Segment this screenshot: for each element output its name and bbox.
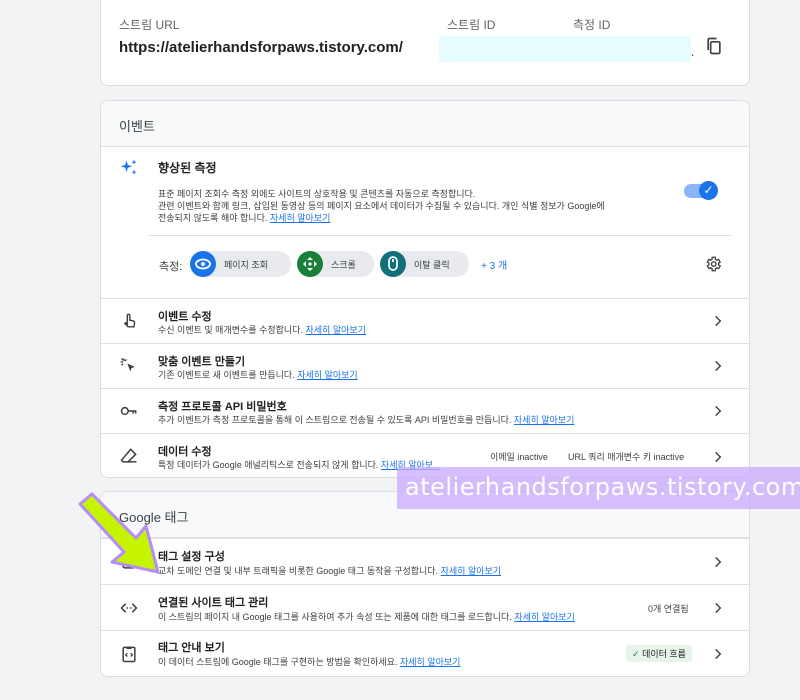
row-desc: 기존 이벤트로 새 이벤트를 만듭니다. 자세히 알아보기: [158, 368, 358, 381]
learn-more-link[interactable]: 자세히 알아보기: [514, 612, 574, 622]
row-desc-text: 기존 이벤트로 새 이벤트를 만듭니다.: [158, 370, 295, 380]
touch-icon: [123, 313, 136, 328]
learn-more-link[interactable]: 자세히 알아보기: [441, 566, 501, 576]
row-desc: 이 데이터 스트림에 Google 태그를 구현하는 방법을 확인하세요. 자세…: [158, 655, 460, 668]
chevron-right-icon: [715, 405, 722, 417]
page: 스트림 URL https://atelierhandsforpaws.tist…: [0, 0, 800, 700]
events-title: 이벤트: [119, 119, 155, 134]
url-query-status-badge: URL 쿼리 매개변수 키 inactive: [568, 450, 685, 463]
row-title: 태그 안내 보기: [158, 642, 225, 654]
measurement-id-label: 측정 ID: [573, 18, 611, 32]
row-title: 연결된 사이트 태그 관리: [158, 597, 269, 609]
chevron-right-icon: [715, 602, 722, 614]
row-title: 측정 프로토콜 API 비밀번호: [158, 401, 287, 413]
events-card: 이벤트 향상된 측정 표준 페이지 조회수 측정 외에도 사이트의 상호작용 및…: [100, 100, 750, 478]
row-desc-text: 특정 데이터가 Google 애널리틱스로 전송되지 않게 합니다.: [158, 460, 379, 470]
code-icon: [120, 603, 138, 613]
enhanced-desc-line1: 표준 페이지 조회수 측정 외에도 사이트의 상호작용 및 콘텐츠를 자동으로 …: [158, 189, 476, 199]
chip-label: 스크롤: [331, 260, 356, 270]
chevron-right-icon: [715, 451, 722, 463]
copy-icon[interactable]: [704, 36, 724, 56]
badge-text: 데이터 흐름: [642, 649, 686, 659]
google-tag-card: Google 태그 태그 설정 구성 교차 도메인 연결 및 내부 트래픽을 비…: [100, 491, 750, 677]
configure-tag-row[interactable]: 태그 설정 구성 교차 도메인 연결 및 내부 트래픽을 비롯한 Google …: [101, 538, 749, 584]
learn-more-link[interactable]: 자세히 알아보기: [400, 657, 460, 667]
row-desc: 교차 도메인 연결 및 내부 트래픽을 비롯한 Google 태그 동작을 구성…: [158, 564, 501, 577]
scroll-icon: [297, 251, 323, 277]
chip-label: 이탈 클릭: [414, 260, 450, 270]
create-custom-event-row[interactable]: 맞춤 이벤트 만들기 기존 이벤트로 새 이벤트를 만듭니다. 자세히 알아보기: [101, 343, 749, 388]
row-desc: 이 스트림의 페이지 내 Google 태그를 사용하여 추가 속성 또는 제품…: [158, 610, 575, 623]
more-chips-link[interactable]: + 3 개: [481, 257, 507, 272]
enhanced-learn-more-link[interactable]: 자세히 알아보기: [270, 213, 330, 223]
stream-details-card: 스트림 URL https://atelierhandsforpaws.tist…: [100, 0, 750, 86]
email-status-badge: 이메일 inactive: [490, 450, 548, 463]
learn-more-link[interactable]: 자세히 알아보기: [297, 370, 357, 380]
click-icon: [120, 358, 135, 372]
eye-icon: [190, 251, 216, 277]
key-icon: [120, 406, 137, 416]
enhanced-desc-text: 전송되지 않도록 해야 합니다.: [158, 213, 268, 223]
modify-events-row[interactable]: 이벤트 수정 수신 이벤트 및 매개변수를 수정합니다. 자세히 알아보기: [101, 298, 749, 343]
measurement-protocol-row[interactable]: 측정 프로토콜 API 비밀번호 추가 이벤트가 측정 프로토콜을 통해 이 스…: [101, 388, 749, 433]
row-desc-text: 수신 이벤트 및 매개변수를 수정합니다.: [158, 325, 303, 335]
enhanced-measurement-toggle[interactable]: ✓: [684, 181, 718, 200]
stream-url-label: 스트림 URL: [119, 18, 180, 32]
row-desc-text: 이 데이터 스트림에 Google 태그를 구현하는 방법을 확인하세요.: [158, 657, 398, 667]
connected-count-badge: 0개 연결됨: [648, 602, 689, 615]
gear-icon[interactable]: [704, 255, 722, 273]
check-icon: ✓: [632, 649, 640, 659]
row-title: 이벤트 수정: [158, 311, 212, 323]
chip-outbound-click: 이탈 클릭: [380, 251, 469, 277]
manage-site-tags-row[interactable]: 연결된 사이트 태그 관리 이 스트림의 페이지 내 Google 태그를 사용…: [101, 584, 749, 630]
redacted-id-area: [439, 36, 691, 62]
watermark-text: atelierhandsforpaws.tistory.com: [405, 473, 800, 501]
watermark-banner: atelierhandsforpaws.tistory.com: [397, 467, 800, 509]
eraser-icon: [120, 448, 137, 463]
mouse-icon: [380, 251, 406, 277]
learn-more-link[interactable]: 자세히 알아보기: [514, 415, 574, 425]
chip-page-view: 페이지 조회: [190, 251, 291, 277]
chip-scroll: 스크롤: [297, 251, 374, 277]
view-tag-instructions-row[interactable]: 태그 안내 보기 이 데이터 스트림에 Google 태그를 구현하는 방법을 …: [101, 630, 749, 676]
events-header: 이벤트: [101, 101, 749, 147]
row-desc-text: 추가 이벤트가 측정 프로토콜을 통해 이 스트림으로 전송될 수 있도록 AP…: [158, 415, 512, 425]
row-desc-text: 이 스트림의 페이지 내 Google 태그를 사용하여 추가 속성 또는 제품…: [158, 612, 512, 622]
chevron-right-icon: [715, 648, 722, 660]
data-flowing-badge: ✓ 데이터 흐름: [626, 645, 692, 662]
annotation-arrow-icon: [78, 492, 160, 574]
chevron-right-icon: [715, 315, 722, 327]
enhanced-desc-line3: 전송되지 않도록 해야 합니다. 자세히 알아보기: [158, 212, 330, 224]
enhanced-desc-line2: 관련 이벤트와 함께 링크, 삽입된 동영상 등의 페이지 요소에서 데이터가 …: [158, 201, 605, 211]
toggle-check-icon: ✓: [699, 181, 718, 200]
chevron-right-icon: [715, 360, 722, 372]
stream-id-label: 스트림 ID: [447, 18, 496, 32]
enhanced-divider: [149, 235, 731, 236]
measuring-label: 측정:: [159, 261, 183, 273]
clipboard-code-icon: [122, 646, 136, 663]
enhanced-measurement-title: 향상된 측정: [158, 161, 217, 175]
row-title: 데이터 수정: [158, 446, 212, 458]
sparkle-icon: [120, 159, 137, 175]
row-desc: 수신 이벤트 및 매개변수를 수정합니다. 자세히 알아보기: [158, 323, 366, 336]
row-title: 맞춤 이벤트 만들기: [158, 356, 246, 368]
id-trailing: .: [691, 45, 695, 59]
row-desc: 추가 이벤트가 측정 프로토콜을 통해 이 스트림으로 전송될 수 있도록 AP…: [158, 413, 574, 426]
chip-label: 페이지 조회: [224, 260, 268, 270]
stream-url-value: https://atelierhandsforpaws.tistory.com/: [119, 39, 403, 56]
chevron-right-icon: [715, 556, 722, 568]
learn-more-link[interactable]: 자세히 알아보기: [306, 325, 366, 335]
row-desc-text: 교차 도메인 연결 및 내부 트래픽을 비롯한 Google 태그 동작을 구성…: [158, 566, 439, 576]
